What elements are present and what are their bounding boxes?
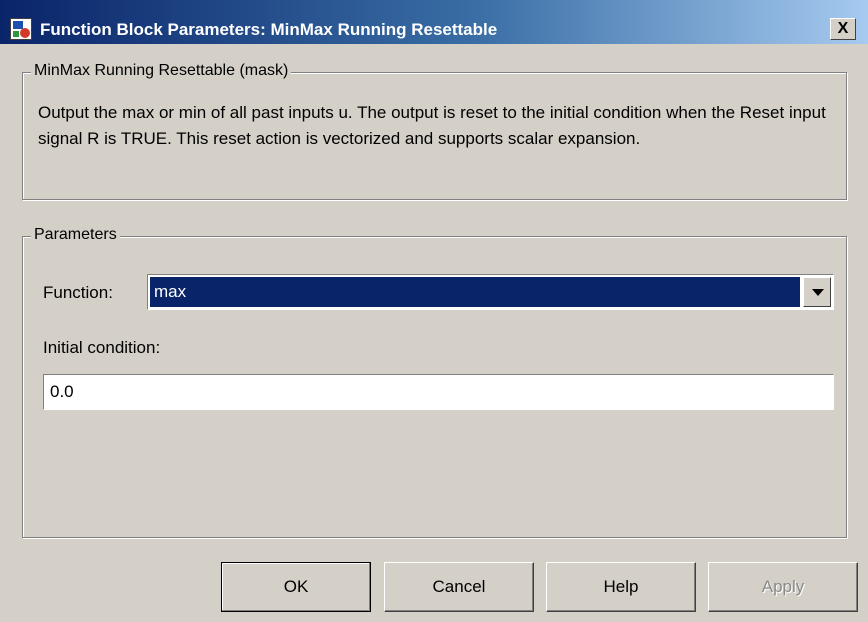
apply-button[interactable]: Apply [708, 562, 858, 612]
simulink-block-icon [10, 18, 32, 40]
function-dropdown[interactable]: max [147, 274, 834, 310]
cancel-button[interactable]: Cancel [384, 562, 534, 612]
initial-condition-field[interactable] [43, 374, 834, 410]
function-label: Function: [43, 283, 113, 302]
mask-group-legend: MinMax Running Resettable (mask) [31, 62, 292, 80]
help-button[interactable]: Help [546, 562, 696, 612]
function-selected-value[interactable]: max [150, 277, 800, 307]
chevron-down-icon[interactable] [803, 277, 831, 307]
title-bar[interactable]: Function Block Parameters: MinMax Runnin… [0, 0, 868, 44]
dialog-window: Function Block Parameters: MinMax Runnin… [0, 0, 868, 622]
ok-button[interactable]: OK [221, 562, 371, 612]
mask-description: Output the max or min of all past inputs… [38, 103, 826, 148]
parameters-group-legend: Parameters [31, 226, 120, 244]
window-title: Function Block Parameters: MinMax Runnin… [40, 20, 498, 39]
close-icon[interactable]: X [830, 18, 856, 40]
initial-condition-label: Initial condition: [43, 338, 161, 357]
